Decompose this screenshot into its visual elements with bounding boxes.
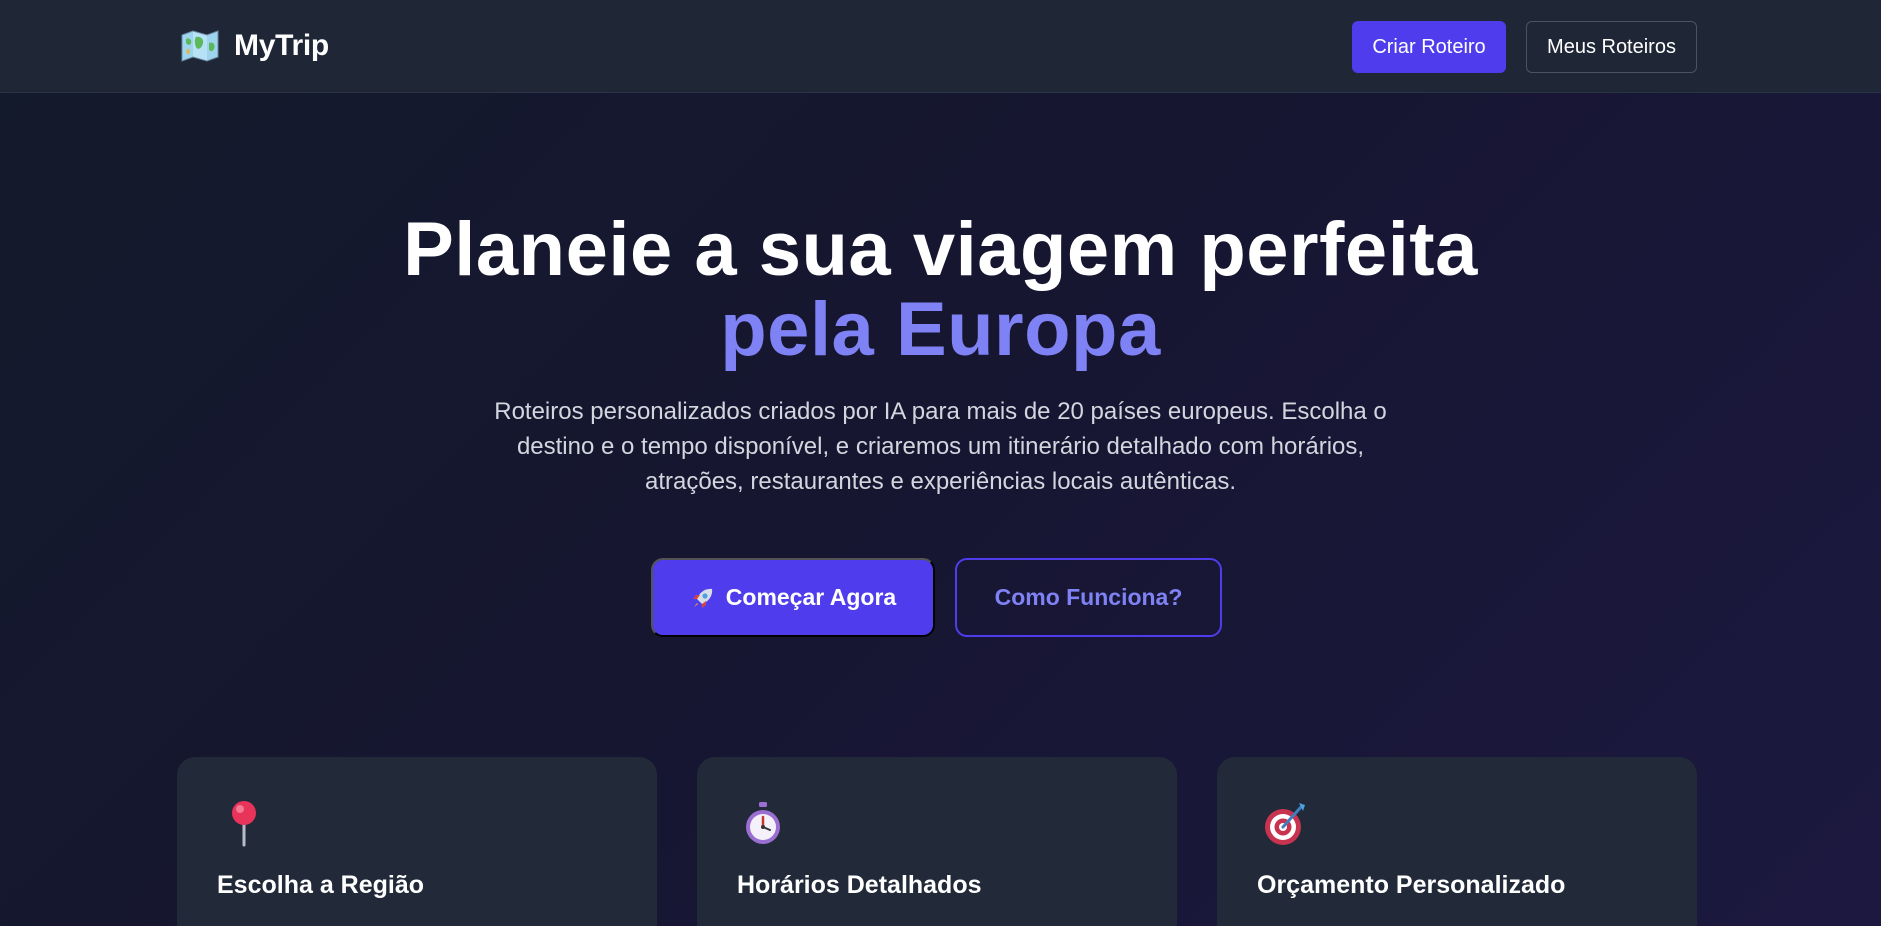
brand-name: MyTrip bbox=[234, 29, 329, 62]
page: MyTrip Criar Roteiro Meus Roteiros Plane… bbox=[0, 0, 1881, 926]
rocket-icon bbox=[690, 585, 716, 611]
hero-title: Planeie a sua viagem perfeita pela Europ… bbox=[0, 210, 1881, 370]
target-icon bbox=[1263, 799, 1309, 847]
round-pushpin-icon bbox=[223, 799, 269, 847]
how-it-works-button[interactable]: Como Funciona? bbox=[955, 558, 1222, 637]
feature-title: Orçamento Personalizado bbox=[1257, 871, 1566, 899]
feature-card-region: Escolha a Região bbox=[177, 757, 657, 926]
stopwatch-icon bbox=[741, 799, 787, 847]
hero-title-highlight: pela Europa bbox=[720, 287, 1161, 372]
start-now-label: Começar Agora bbox=[725, 584, 897, 610]
start-now-button[interactable]: Começar Agora bbox=[651, 558, 935, 637]
feature-card-schedule: Horários Detalhados bbox=[697, 757, 1177, 926]
my-itineraries-button[interactable]: Meus Roteiros bbox=[1526, 21, 1697, 73]
hero-title-line1: Planeie a sua viagem perfeita bbox=[403, 207, 1478, 292]
world-map-icon bbox=[180, 29, 220, 63]
feature-title: Horários Detalhados bbox=[737, 871, 982, 899]
create-itinerary-button[interactable]: Criar Roteiro bbox=[1352, 21, 1506, 73]
feature-title: Escolha a Região bbox=[217, 871, 425, 899]
feature-card-budget: Orçamento Personalizado bbox=[1217, 757, 1697, 926]
hero-subtitle: Roteiros personalizados criados por IA p… bbox=[494, 398, 1387, 495]
brand-logo[interactable]: MyTrip bbox=[180, 26, 329, 66]
top-navbar: MyTrip Criar Roteiro Meus Roteiros bbox=[0, 0, 1881, 93]
